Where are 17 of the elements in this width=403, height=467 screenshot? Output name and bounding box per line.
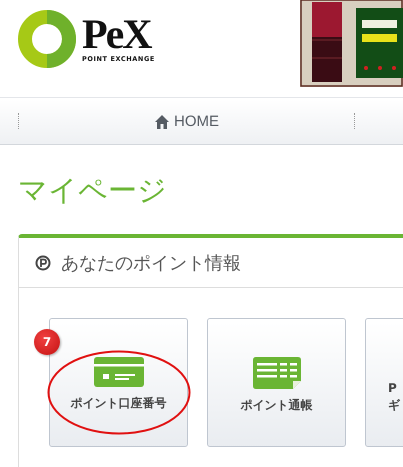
house-icon bbox=[154, 114, 170, 128]
tile-label: ポイント通帳 bbox=[240, 397, 312, 414]
ledger-icon bbox=[252, 357, 300, 389]
point-icon bbox=[35, 254, 51, 270]
count-badge: 7 bbox=[34, 329, 60, 355]
tile-label: ギ bbox=[388, 397, 400, 414]
tile-label: P bbox=[388, 380, 397, 397]
logo-name: PeX bbox=[82, 15, 152, 55]
menu-tile[interactable]: P ギ bbox=[365, 318, 403, 447]
panel-title: あなたのポイント情報 bbox=[61, 252, 241, 274]
menu-tile[interactable]: ポイント通帳 bbox=[207, 318, 346, 447]
tile-label: ポイント口座番号 bbox=[70, 395, 166, 412]
home-link[interactable]: HOME bbox=[154, 112, 219, 130]
menu-tile[interactable]: ポイント口座番号 bbox=[49, 318, 188, 447]
page-title: マイページ bbox=[18, 172, 167, 208]
card-icon bbox=[94, 357, 144, 387]
ring-logo-icon bbox=[18, 10, 76, 68]
